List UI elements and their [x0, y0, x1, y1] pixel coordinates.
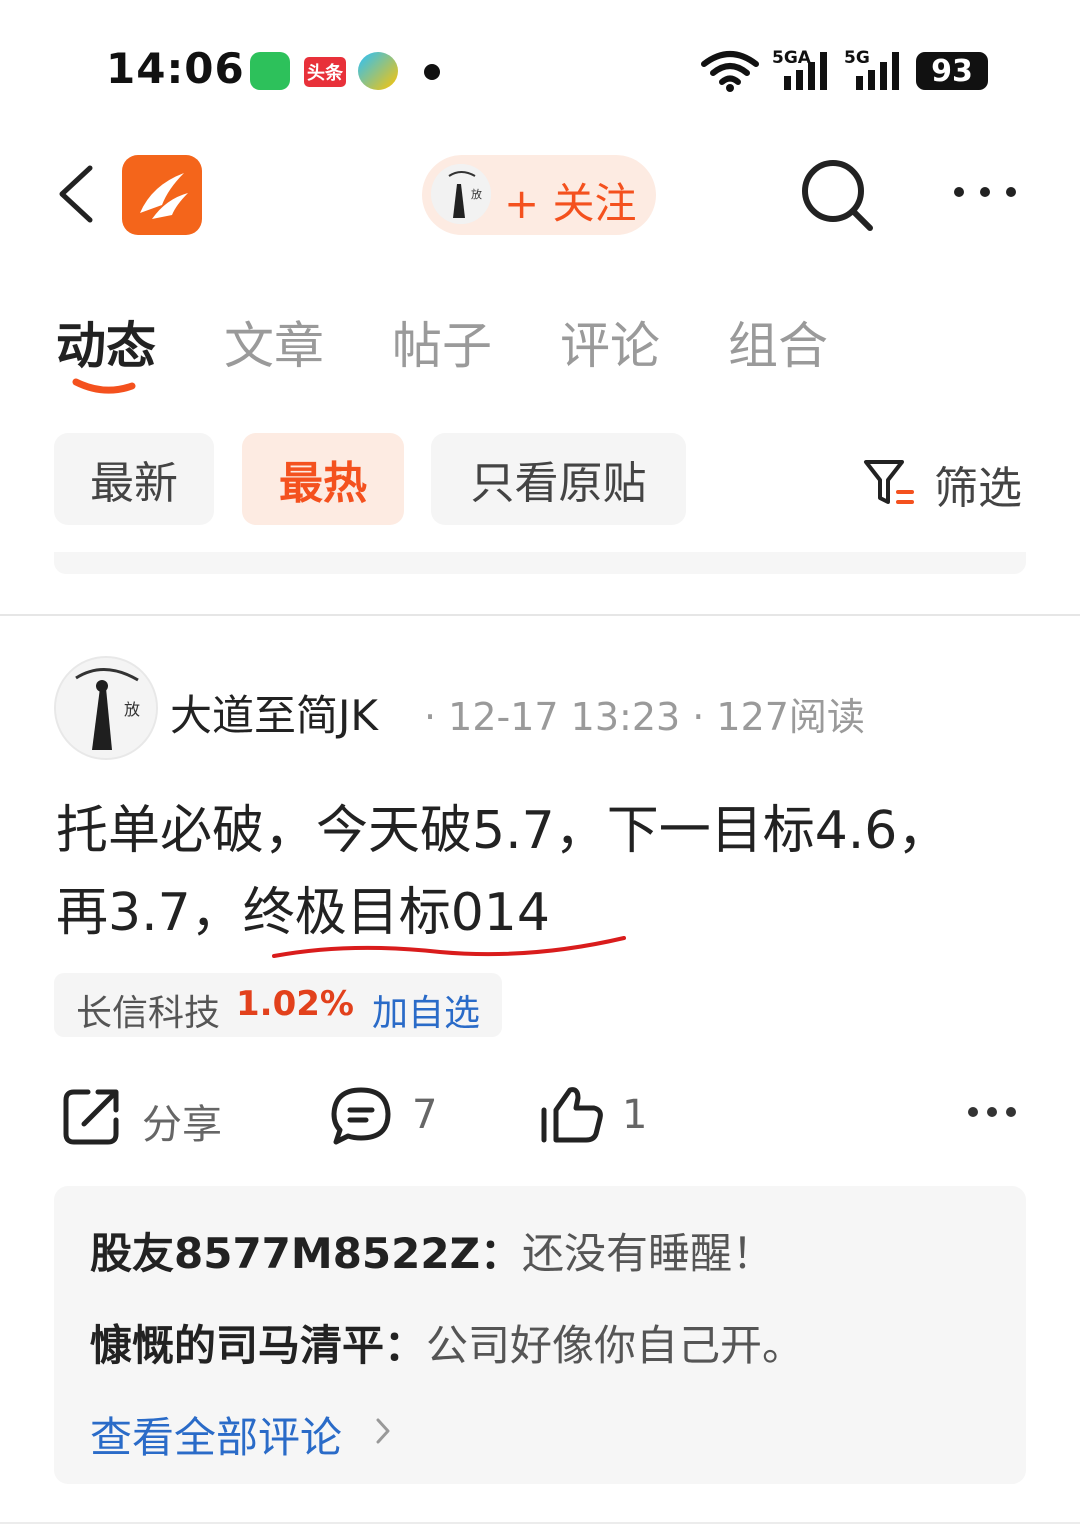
chevron-right-icon [376, 1418, 390, 1444]
app-logo[interactable] [122, 155, 202, 235]
battery-icon: 93 [916, 52, 988, 90]
tencent-video-icon [358, 52, 398, 90]
tab-portfolio[interactable]: 组合 [728, 306, 828, 378]
signal-icon: 5GA [772, 48, 832, 92]
network-type-label: 5GA [772, 48, 811, 68]
status-time: 14:06 [106, 44, 245, 93]
tab-comments[interactable]: 评论 [560, 306, 660, 378]
like-icon[interactable] [540, 1084, 604, 1146]
post-divider [0, 1522, 1080, 1524]
add-watchlist-button[interactable]: 加自选 [372, 984, 480, 1036]
view-all-comments-link[interactable]: 查看全部评论 [90, 1404, 342, 1465]
share-icon[interactable] [62, 1086, 122, 1146]
comment-text: 公司好像你自己开。 [426, 1321, 805, 1370]
avatar-text: 放 [124, 700, 141, 719]
avatar-text: 放 [471, 188, 482, 201]
network-type-label: 5G [844, 48, 870, 68]
comment-icon[interactable] [330, 1086, 392, 1146]
notification-dot [424, 64, 440, 80]
wechat-icon [250, 52, 290, 90]
post-text-line: 托单必破，今天破5.7，下一目标4.6， [56, 801, 950, 861]
filter-original-chip[interactable]: 只看原贴 [431, 433, 686, 525]
filter-label[interactable]: 筛选 [934, 452, 1022, 516]
comment-count[interactable]: 7 [412, 1092, 437, 1138]
active-tab-indicator [72, 378, 136, 394]
tab-dynamic[interactable]: 动态 [56, 306, 156, 378]
back-icon[interactable] [56, 164, 96, 224]
share-button[interactable]: 分享 [142, 1092, 222, 1150]
more-icon[interactable] [966, 1102, 1018, 1122]
like-count[interactable]: 1 [622, 1092, 647, 1138]
section-divider [0, 614, 1080, 616]
comment-item[interactable]: 慷慨的司马清平：公司好像你自己开。 [90, 1312, 804, 1373]
signal-icon: 5G [844, 48, 904, 92]
more-icon[interactable] [950, 180, 1020, 204]
filter-hot-chip[interactable]: 最热 [242, 433, 404, 525]
tab-posts[interactable]: 帖子 [392, 306, 492, 378]
toutiao-icon: 头条 [304, 57, 346, 87]
wifi-icon [701, 51, 759, 92]
commenter-name[interactable]: 股友8577M8522Z： [90, 1229, 522, 1278]
filter-icon[interactable] [862, 456, 916, 508]
search-icon[interactable] [800, 158, 876, 234]
author-avatar: 放 [431, 164, 491, 224]
hand-drawn-underline [272, 936, 626, 958]
stock-change: 1.02% [236, 984, 354, 1024]
tab-articles[interactable]: 文章 [224, 306, 324, 378]
author-name[interactable]: 大道至简JK [170, 682, 378, 743]
filter-latest-chip[interactable]: 最新 [54, 433, 214, 525]
follow-label: + 关注 [504, 179, 637, 228]
comment-item[interactable]: 股友8577M8522Z：还没有睡醒！ [90, 1220, 774, 1281]
author-avatar[interactable]: 放 [54, 656, 158, 760]
comment-text: 还没有睡醒！ [522, 1229, 775, 1278]
stock-name[interactable]: 长信科技 [76, 984, 220, 1036]
post-meta: · 12-17 13:23 · 127阅读 [424, 695, 865, 739]
commenter-name[interactable]: 慷慨的司马清平： [90, 1321, 426, 1370]
collapsed-card [54, 552, 1026, 574]
